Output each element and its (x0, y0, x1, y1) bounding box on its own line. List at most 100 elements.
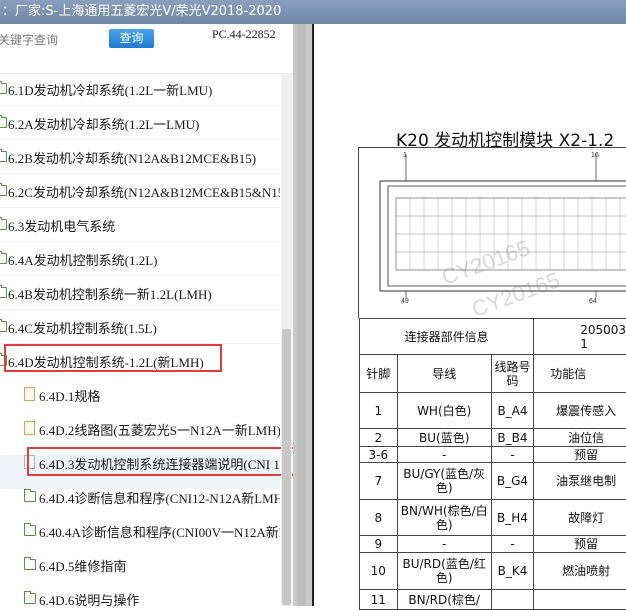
table-cell: 7 (360, 463, 398, 500)
table-cell: BN/RD(棕色/ (397, 590, 491, 610)
folder-icon (0, 287, 7, 298)
window-title: ：厂家:S-上海通用五菱宏光V/荣光V2018-2020 (0, 4, 281, 19)
table-cell: BU/RD(蓝色/红色) (397, 553, 491, 590)
pin-table: 连接器部件信息 2050036-1 针脚 导线 线路号码 功能信 1 WH(白色… (359, 318, 626, 610)
highlight-box (27, 447, 295, 476)
table-cell: 预留 (534, 447, 626, 463)
page-icon (24, 387, 35, 401)
folder-icon (0, 321, 7, 332)
table-header: 导线 (397, 355, 491, 393)
table-cell: B_B4 (491, 429, 533, 447)
tree-item[interactable]: 6.1D发动机冷却系统(1.2L一新LMU) (0, 73, 280, 105)
table-cell: 2 (360, 429, 398, 447)
folder-icon (0, 117, 7, 128)
table-row: 9 - - 预留 (360, 536, 626, 553)
table-cell: 1 (360, 393, 398, 429)
folder-icon (0, 219, 7, 230)
table-cell: BN/WH(棕色/白色) (397, 500, 491, 536)
tree-item[interactable]: 6.4A发动机控制系统(1.2L) (0, 241, 280, 275)
search-input[interactable]: 关键字查询 (0, 31, 58, 48)
pin-label: 1 (403, 152, 407, 159)
folder-icon (24, 491, 36, 502)
scrollbar-thumb[interactable] (282, 329, 291, 605)
folder-icon (0, 185, 7, 196)
splitter-grip[interactable] (297, 24, 306, 606)
tree-item[interactable]: 6.40.4A诊断信息和程序(CNI00V一N12A新LN (0, 513, 280, 547)
tree-item-label: 6.2B发动机冷却系统(N12A&B12MCE&B15) (8, 148, 256, 167)
folder-icon (24, 593, 36, 604)
tree-item-label: 6.4B发动机控制系统一新1.2L(LMH) (8, 284, 212, 303)
table-cell: 9 (360, 536, 398, 553)
tree-item-label: 6.1D发动机冷却系统(1.2L一新LMU) (8, 80, 212, 99)
tree-item-label: 6.2A发动机冷却系统(1.2L一LMU) (8, 114, 199, 133)
pin-label: 49 (401, 298, 409, 305)
tree-item[interactable]: 6.4B发动机控制系统一新1.2L(LMH) (0, 275, 280, 309)
table-header: 功能信 (534, 355, 626, 393)
pin-label: 16 (591, 152, 599, 159)
tree-item-label: 6.4C发动机控制系统(1.5L) (8, 318, 157, 337)
tree-item-label: 6.2C发动机冷却系统(N12A&B12MCE&B15&N15) (8, 182, 280, 201)
table-row: 10 BU/RD(蓝色/红色) B_K4 燃油喷射 (360, 553, 626, 590)
tree-item-label: 6.4D.1规格 (39, 386, 100, 405)
page-icon (24, 421, 35, 435)
tree-item[interactable]: 6.4C发动机控制系统(1.5L) (0, 309, 280, 343)
table-cell (491, 590, 533, 610)
table-cell: 预留 (534, 536, 626, 553)
table-row: 3-6 - - 预留 (360, 447, 626, 463)
tree-item-label: 6.4D.5维修指南 (39, 556, 126, 575)
table-cell: - (397, 536, 491, 553)
folder-icon (0, 83, 7, 94)
table-cell: 故障灯 (534, 500, 626, 536)
table-cell: 油泵继电制 (534, 463, 626, 500)
table-cell: B_A4 (491, 393, 533, 429)
tree-item[interactable]: 6.4D.6说明与操作 (0, 581, 280, 606)
table-cell: 8 (360, 500, 398, 536)
table-cell: BU(蓝色) (397, 429, 491, 447)
table-cell: 连接器部件信息 (360, 319, 534, 355)
table-header-row: 针脚 导线 线路号码 功能信 (360, 355, 626, 393)
table-cell: B_K4 (491, 553, 533, 590)
pane-splitter[interactable] (293, 24, 312, 606)
tree-scrollbar[interactable] (281, 73, 292, 606)
table-cell: B_G4 (491, 463, 533, 500)
tree-item[interactable]: 6.4D.1规格 (0, 377, 280, 411)
table-cell: 爆震传感入 (534, 393, 626, 429)
tree-item[interactable]: 6.2B发动机冷却系统(N12A&B12MCE&B15) (0, 139, 280, 173)
table-cell: 燃油喷射 (534, 553, 626, 590)
table-row: 7 BU/GY(蓝色/灰色) B_G4 油泵继电制 (360, 463, 626, 500)
table-cell: 3-6 (360, 447, 398, 463)
highlight-box (4, 344, 222, 372)
table-cell: - (397, 447, 491, 463)
table-row: 8 BN/WH(棕色/白色) B_H4 故障灯 (360, 500, 626, 536)
tree-item[interactable]: 6.4D.4诊断信息和程序(CNI12-N12A新LMH) (0, 479, 280, 513)
tree-item-label: 6.4A发动机控制系统(1.2L) (8, 250, 158, 269)
tree-item[interactable]: 6.2A发动机冷却系统(1.2L一LMU) (0, 105, 280, 139)
table-cell: 油位信 (534, 429, 626, 447)
tree-view: 6.1D发动机冷却系统(1.2L一新LMU) 6.2A发动机冷却系统(1.2L一… (0, 73, 280, 606)
folder-icon (24, 559, 36, 570)
search-button[interactable]: 查询 (109, 29, 154, 48)
tree-item[interactable]: 6.3发动机电气系统 (0, 207, 280, 241)
tree-item-label: 6.3发动机电气系统 (8, 216, 115, 235)
tree-item[interactable]: 6.4D.5维修指南 (0, 547, 280, 581)
table-header: 线路号码 (491, 355, 533, 393)
table-row: 11 BN/RD(棕色/ (360, 590, 626, 610)
table-cell: 10 (360, 553, 398, 590)
table-header: 针脚 (360, 355, 398, 393)
table-cell (534, 590, 626, 610)
window-title-bar: ：厂家:S-上海通用五菱宏光V/荣光V2018-2020 (0, 0, 626, 24)
folder-icon (24, 525, 36, 536)
table-cell: WH(白色) (397, 393, 491, 429)
folder-icon (0, 151, 7, 162)
tree-item-label: 6.4D.2线路图(五菱宏光S一N12A一新LMH) (39, 420, 280, 439)
tree-item-label: 6.4D.4诊断信息和程序(CNI12-N12A新LMH) (39, 488, 280, 507)
table-cell: B_H4 (491, 500, 533, 536)
table-cell: BU/GY(蓝色/灰色) (397, 463, 491, 500)
tree-item-label: 6.4D.6说明与操作 (39, 590, 139, 606)
document-code: PC.44-22852 (212, 27, 276, 42)
pin-label: 64 (589, 298, 597, 305)
table-row: 连接器部件信息 2050036-1 (360, 319, 626, 355)
tree-item[interactable]: 6.4D.2线路图(五菱宏光S一N12A一新LMH) (0, 411, 280, 445)
tree-item-label: 6.40.4A诊断信息和程序(CNI00V一N12A新LN (39, 522, 280, 541)
tree-item[interactable]: 6.2C发动机冷却系统(N12A&B12MCE&B15&N15) (0, 173, 280, 207)
